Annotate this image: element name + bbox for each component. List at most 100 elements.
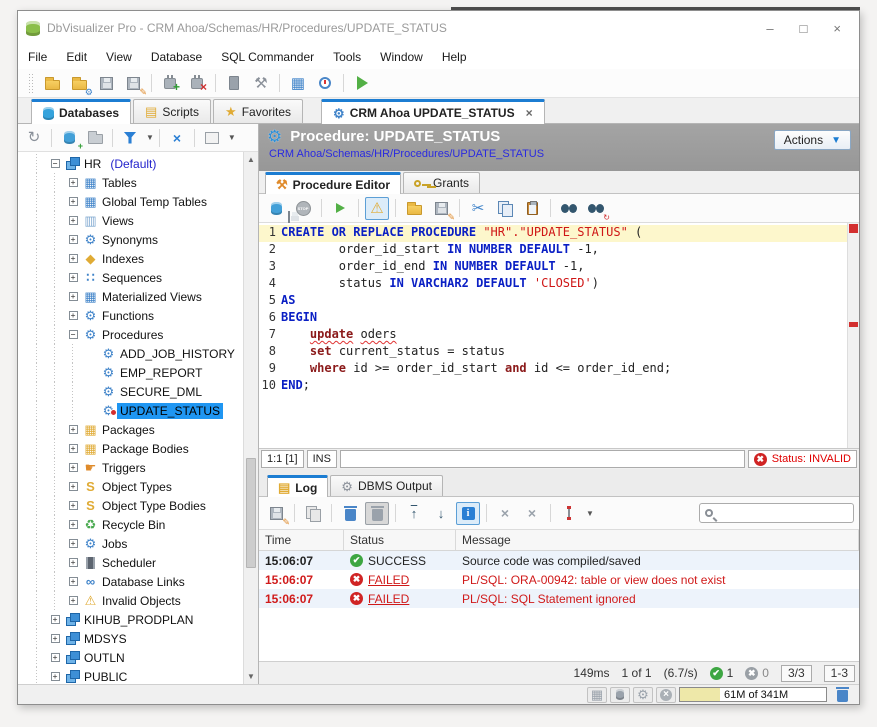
tree-item-recycle-bin[interactable]: +♻Recycle Bin (18, 515, 243, 534)
tab-favorites[interactable]: ★Favorites (213, 99, 303, 123)
export-button[interactable]: ✎ (429, 197, 453, 220)
tool-properties-button[interactable]: ⚒ (249, 72, 273, 95)
preview-pane-button[interactable] (200, 126, 224, 149)
expand-icon[interactable]: + (51, 615, 60, 624)
tab-databases[interactable]: Databases (31, 99, 131, 124)
expand-icon[interactable]: + (69, 463, 78, 472)
load-from-file-button[interactable] (402, 197, 426, 220)
grid-view-button[interactable]: ▦ (286, 72, 310, 95)
menu-edit[interactable]: Edit (66, 50, 87, 64)
expander-cell[interactable]: + (46, 672, 64, 681)
expander-cell[interactable]: + (64, 292, 82, 301)
menu-help[interactable]: Help (442, 50, 467, 64)
tasks-status-button[interactable]: ⚙ (633, 687, 653, 703)
code-line-1[interactable]: 1CREATE OR REPLACE PROCEDURE "HR"."UPDAT… (259, 225, 847, 242)
expander-cell[interactable]: + (64, 254, 82, 263)
code-line-6[interactable]: 6BEGIN (259, 310, 847, 327)
tab-dbms-output[interactable]: ⚙ DBMS Output (330, 475, 443, 496)
memory-indicator[interactable]: 61M of 341M (679, 687, 827, 702)
expander-cell[interactable]: + (64, 311, 82, 320)
code-line-3[interactable]: 3 order_id_end IN NUMBER DEFAULT -1, (259, 259, 847, 276)
tree-item-indexes[interactable]: +◆Indexes (18, 249, 243, 268)
collapse-icon[interactable]: − (69, 330, 78, 339)
scroll-to-bottom-button[interactable]: ↓ (429, 502, 453, 525)
save-as-button[interactable]: ✎ (121, 72, 145, 95)
tree-item-emp-report[interactable]: ⚙EMP_REPORT (18, 363, 243, 382)
menu-sql-commander[interactable]: SQL Commander (221, 50, 314, 64)
log-search-box[interactable] (699, 503, 854, 523)
expander-cell[interactable]: + (64, 539, 82, 548)
open-file-button[interactable] (40, 72, 64, 95)
tree-scrollbar[interactable]: ▲ ▼ (243, 152, 258, 684)
error-marker-line7[interactable] (849, 322, 858, 327)
expand-icon[interactable]: + (69, 558, 78, 567)
expand-all-button[interactable]: × (493, 502, 517, 525)
log-row[interactable]: 15:06:07✖FAILEDPL/SQL: ORA-00942: table … (259, 570, 859, 589)
close-tab-icon[interactable]: × (526, 106, 533, 120)
close-button[interactable]: × (833, 21, 841, 36)
expander-cell[interactable]: + (64, 520, 82, 529)
tree-item-views[interactable]: +▥Views (18, 211, 243, 230)
collapse-all-button[interactable]: × (165, 126, 189, 149)
expand-icon[interactable]: + (51, 653, 60, 662)
show-errors-button[interactable]: ⚠ (365, 197, 389, 220)
expander-cell[interactable]: + (64, 501, 82, 510)
expander-cell[interactable]: + (64, 273, 82, 282)
tree-item-sequences[interactable]: +∷Sequences (18, 268, 243, 287)
expand-icon[interactable]: + (51, 672, 60, 681)
menu-file[interactable]: File (28, 50, 47, 64)
error-marker-top[interactable] (849, 224, 858, 233)
scroll-up-icon[interactable]: ▲ (247, 152, 255, 167)
minimize-button[interactable]: – (766, 21, 773, 36)
expand-icon[interactable]: + (69, 501, 78, 510)
menu-view[interactable]: View (106, 50, 132, 64)
expander-cell[interactable]: + (64, 596, 82, 605)
expand-icon[interactable]: + (69, 311, 78, 320)
log-options-dropdown-icon[interactable]: ▼ (586, 509, 594, 518)
tree-item-triggers[interactable]: +☛Triggers (18, 458, 243, 477)
tree-item-tables[interactable]: +▦Tables (18, 173, 243, 192)
log-row[interactable]: 15:06:07✔SUCCESSSource code was compiled… (259, 551, 859, 570)
code-area[interactable]: 1CREATE OR REPLACE PROCEDURE "HR"."UPDAT… (259, 223, 847, 448)
tree-item-global-temp-tables[interactable]: +▦Global Temp Tables (18, 192, 243, 211)
connect-button[interactable] (158, 72, 182, 95)
sql-editor[interactable]: 1CREATE OR REPLACE PROCEDURE "HR"."UPDAT… (259, 223, 859, 449)
tab-procedure-editor[interactable]: ⚒ Procedure Editor (265, 172, 401, 194)
log-column-status[interactable]: Status (344, 530, 456, 550)
expand-icon[interactable]: + (51, 634, 60, 643)
disconnect-button[interactable] (185, 72, 209, 95)
expander-cell[interactable]: + (64, 463, 82, 472)
tree-item-functions[interactable]: +⚙Functions (18, 306, 243, 325)
expand-icon[interactable]: + (69, 178, 78, 187)
object-tab-crm-ahoa-update-status[interactable]: ⚙ CRM Ahoa UPDATE_STATUS × (321, 99, 545, 124)
expander-cell[interactable]: + (64, 558, 82, 567)
log-clear-button[interactable] (338, 502, 362, 525)
expander-cell[interactable]: + (64, 482, 82, 491)
cancel-status-button[interactable]: × (656, 687, 676, 703)
title-bar[interactable]: DbVisualizer Pro - CRM Ahoa/Schemas/HR/P… (18, 11, 859, 45)
toolbar-gripper[interactable] (28, 73, 33, 93)
expand-icon[interactable]: + (69, 197, 78, 206)
expander-cell[interactable]: + (46, 615, 64, 624)
collapse-icon[interactable]: − (51, 159, 60, 168)
menu-tools[interactable]: Tools (333, 50, 361, 64)
code-line-9[interactable]: 9 where id >= order_id_start and id <= o… (259, 361, 847, 378)
save-button[interactable] (94, 72, 118, 95)
expand-icon[interactable]: + (69, 577, 78, 586)
expander-cell[interactable]: + (64, 216, 82, 225)
paste-button[interactable] (520, 197, 544, 220)
expander-cell[interactable]: − (64, 330, 82, 339)
log-copy-button[interactable] (301, 502, 325, 525)
expand-icon[interactable]: + (69, 539, 78, 548)
filter-button[interactable] (118, 126, 142, 149)
tab-grants[interactable]: Grants (403, 172, 480, 193)
tree-item-packages[interactable]: +▦Packages (18, 420, 243, 439)
stop-button[interactable]: STOP (291, 197, 315, 220)
log-column-message[interactable]: Message (456, 530, 859, 550)
tree-item-mdsys[interactable]: +MDSYS (18, 629, 243, 648)
code-line-10[interactable]: 10END; (259, 378, 847, 395)
expander-cell[interactable]: + (64, 577, 82, 586)
expand-icon[interactable]: + (69, 273, 78, 282)
tree-item-object-type-bodies[interactable]: +SObject Type Bodies (18, 496, 243, 515)
connections-status-button[interactable] (610, 687, 630, 703)
